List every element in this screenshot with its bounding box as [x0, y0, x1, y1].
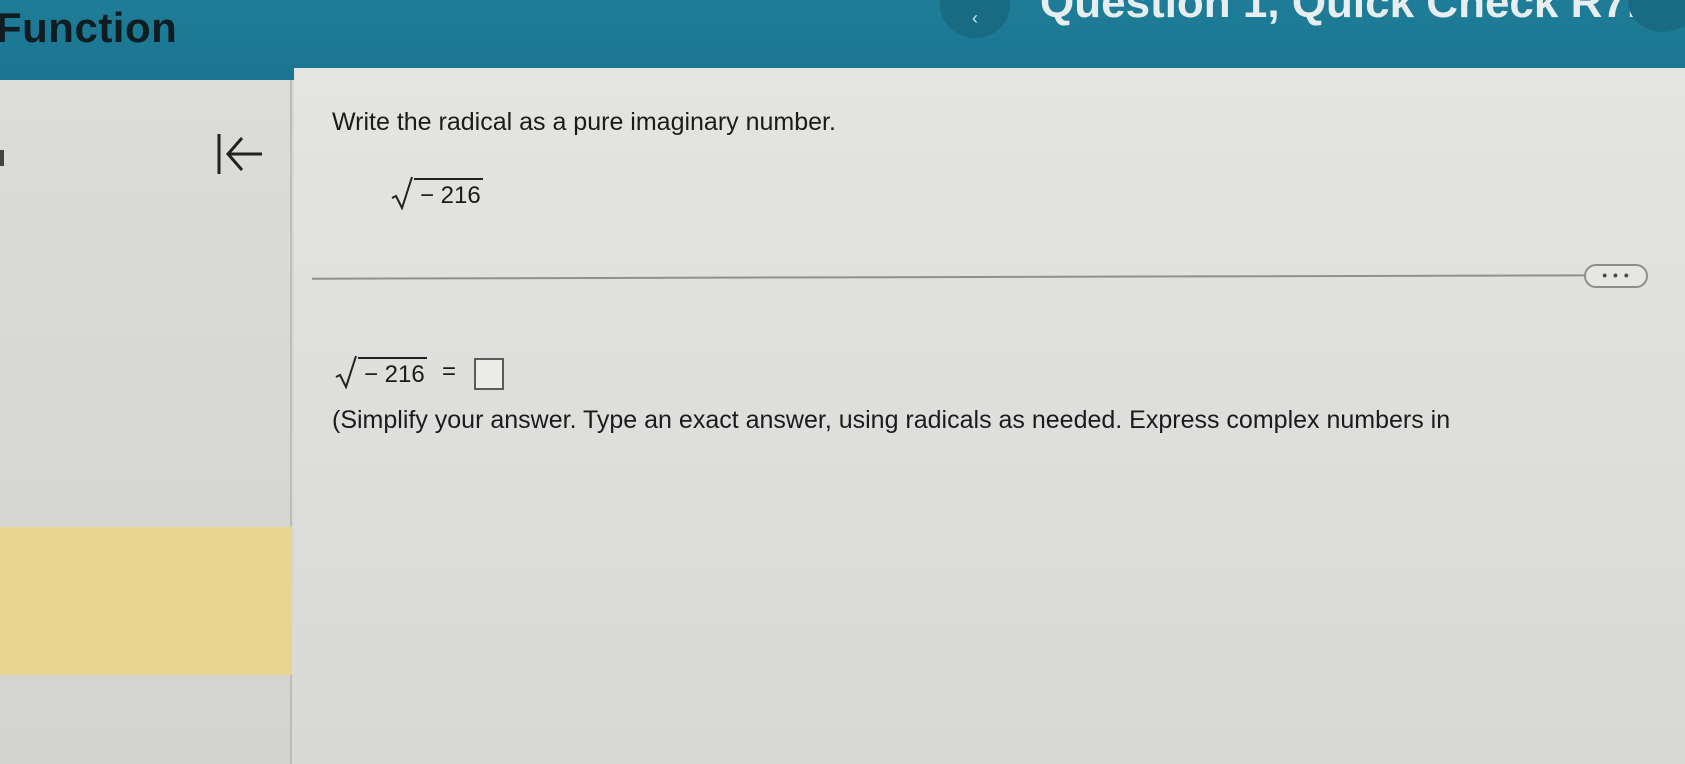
sidebar-highlight-panel: [0, 527, 292, 675]
question-title: Question 1, Quick Check R7.3.7: [1040, 0, 1685, 27]
page-title: Function: [0, 4, 178, 51]
radical-sign-icon: [391, 176, 413, 210]
radicand: − 216: [414, 178, 483, 210]
answer-radicand: − 216: [358, 357, 427, 389]
app-root: Function ‹ Question 1, Quick Check R7.3.…: [0, 0, 1685, 764]
question-prompt: Write the radical as a pure imaginary nu…: [332, 108, 836, 136]
more-options-button[interactable]: • • •: [1584, 264, 1648, 288]
collapse-left-icon: [217, 134, 262, 174]
chevron-left-icon: ‹: [972, 8, 978, 28]
sidebar-marker: [0, 150, 4, 166]
answer-input[interactable]: [474, 358, 504, 390]
sidebar: [0, 80, 292, 764]
answer-radical-expression: − 216: [334, 355, 427, 389]
previous-question-button[interactable]: ‹: [940, 0, 1010, 38]
equals-sign: =: [442, 358, 457, 385]
radical-expression: − 216: [390, 176, 483, 210]
collapse-sidebar-button[interactable]: [210, 124, 268, 184]
question-panel: Write the radical as a pure imaginary nu…: [294, 68, 1685, 764]
section-divider: [311, 274, 1633, 280]
radical-sign-icon: [335, 355, 357, 389]
answer-instructions: (Simplify your answer. Type an exact ans…: [332, 406, 1451, 434]
